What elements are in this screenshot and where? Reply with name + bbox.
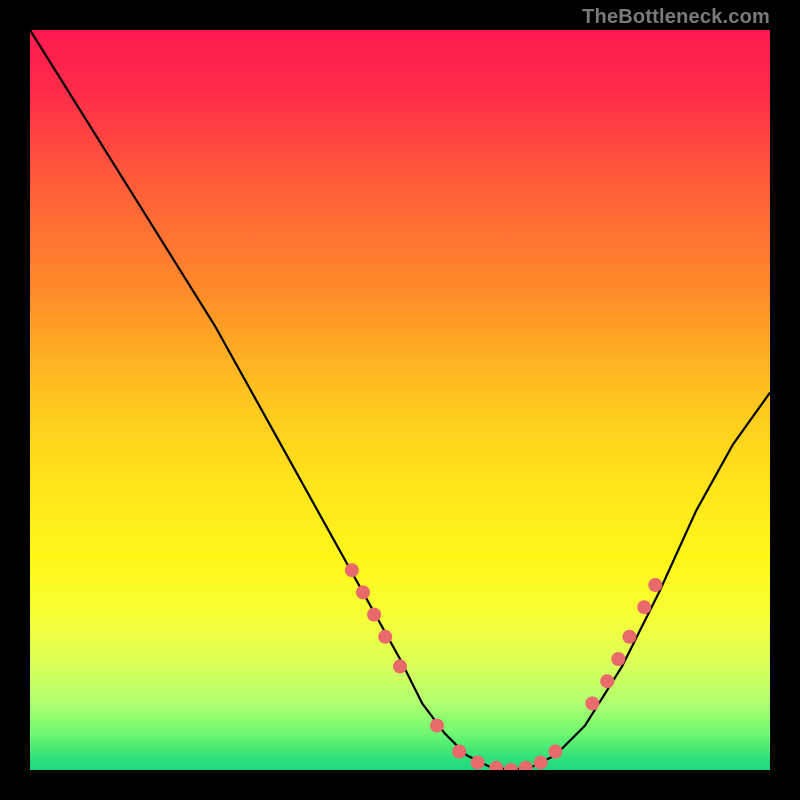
data-marker [367,608,381,622]
watermark-text: TheBottleneck.com [582,6,770,29]
data-marker [548,745,562,759]
data-marker [356,585,370,599]
data-marker [471,756,485,770]
bottleneck-chart [30,30,770,770]
data-marker [611,652,625,666]
data-marker [622,630,636,644]
data-marker [600,674,614,688]
data-marker [637,600,651,614]
data-marker [378,630,392,644]
data-marker [345,563,359,577]
data-marker [648,578,662,592]
data-marker [430,719,444,733]
data-marker [534,756,548,770]
data-marker [393,659,407,673]
data-marker [452,745,466,759]
data-marker [585,696,599,710]
chart-container: TheBottleneck.com [0,0,800,800]
